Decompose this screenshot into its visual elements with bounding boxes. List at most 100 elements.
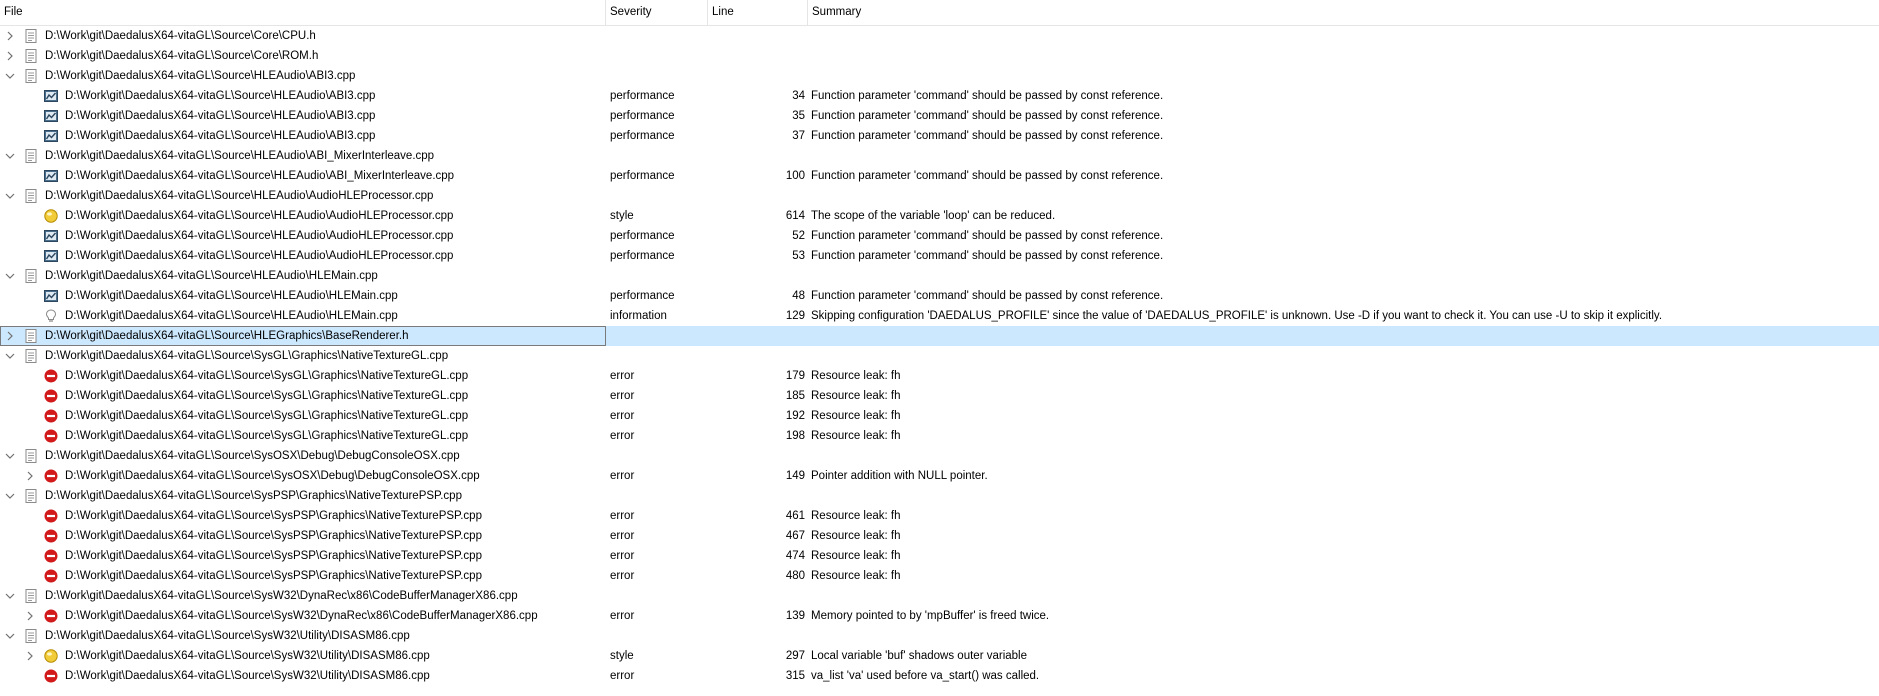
expand-arrow-icon[interactable] (4, 266, 16, 286)
expand-arrow-icon[interactable] (4, 626, 16, 646)
file-path: D:\Work\git\DaedalusX64-vitaGL\Source\Sy… (65, 390, 469, 402)
issue-row[interactable]: D:\Work\git\DaedalusX64-vitaGL\Source\Sy… (0, 386, 1879, 406)
collapse-arrow-icon[interactable] (4, 26, 16, 46)
collapse-arrow-icon[interactable] (24, 466, 36, 486)
file-path: D:\Work\git\DaedalusX64-vitaGL\Source\Sy… (45, 590, 518, 602)
file-group-row[interactable]: D:\Work\git\DaedalusX64-vitaGL\Source\Sy… (0, 586, 1879, 606)
performance-icon (44, 89, 58, 103)
severity-text: error (610, 530, 635, 542)
results-tree[interactable]: D:\Work\git\DaedalusX64-vitaGL\Source\Co… (0, 26, 1879, 686)
file-group-row[interactable]: D:\Work\git\DaedalusX64-vitaGL\Source\Sy… (0, 346, 1879, 366)
file-group-row[interactable]: D:\Work\git\DaedalusX64-vitaGL\Source\Co… (0, 26, 1879, 46)
error-icon (44, 389, 58, 403)
issue-row[interactable]: D:\Work\git\DaedalusX64-vitaGL\Source\Sy… (0, 366, 1879, 386)
line-number: 35 (792, 110, 805, 122)
file-group-row[interactable]: D:\Work\git\DaedalusX64-vitaGL\Source\Sy… (0, 446, 1879, 466)
file-icon (24, 629, 38, 643)
collapse-arrow-icon[interactable] (4, 46, 16, 66)
file-icon (24, 449, 38, 463)
issue-row[interactable]: D:\Work\git\DaedalusX64-vitaGL\Source\Sy… (0, 506, 1879, 526)
expand-arrow-icon[interactable] (4, 146, 16, 166)
expand-arrow-icon[interactable] (4, 486, 16, 506)
file-path: D:\Work\git\DaedalusX64-vitaGL\Source\HL… (65, 170, 455, 182)
file-path: D:\Work\git\DaedalusX64-vitaGL\Source\HL… (65, 250, 454, 262)
file-group-row[interactable]: D:\Work\git\DaedalusX64-vitaGL\Source\Co… (0, 46, 1879, 66)
performance-icon (44, 109, 58, 123)
file-path: D:\Work\git\DaedalusX64-vitaGL\Source\HL… (45, 330, 409, 342)
column-line[interactable]: Line (708, 0, 808, 25)
file-icon (24, 269, 38, 283)
column-file[interactable]: File (0, 0, 606, 25)
summary-text: Function parameter 'command' should be p… (811, 170, 1164, 182)
issue-row[interactable]: D:\Work\git\DaedalusX64-vitaGL\Source\Sy… (0, 546, 1879, 566)
performance-icon (44, 229, 58, 243)
file-path: D:\Work\git\DaedalusX64-vitaGL\Source\Sy… (65, 530, 482, 542)
issue-row[interactable]: D:\Work\git\DaedalusX64-vitaGL\Source\HL… (0, 86, 1879, 106)
issue-row[interactable]: D:\Work\git\DaedalusX64-vitaGL\Source\HL… (0, 106, 1879, 126)
file-path: D:\Work\git\DaedalusX64-vitaGL\Source\HL… (65, 130, 376, 142)
severity-text: performance (610, 130, 675, 142)
file-group-row[interactable]: D:\Work\git\DaedalusX64-vitaGL\Source\HL… (0, 186, 1879, 206)
expand-arrow-icon[interactable] (4, 586, 16, 606)
collapse-arrow-icon[interactable] (24, 646, 36, 666)
performance-icon (44, 249, 58, 263)
file-group-row[interactable]: D:\Work\git\DaedalusX64-vitaGL\Source\Sy… (0, 626, 1879, 646)
summary-text: Function parameter 'command' should be p… (811, 230, 1164, 242)
expand-arrow-icon[interactable] (4, 66, 16, 86)
severity-text: error (610, 390, 635, 402)
expand-arrow-icon[interactable] (4, 186, 16, 206)
file-group-row[interactable]: D:\Work\git\DaedalusX64-vitaGL\Source\HL… (0, 146, 1879, 166)
issue-row[interactable]: D:\Work\git\DaedalusX64-vitaGL\Source\HL… (0, 206, 1879, 226)
severity-text: style (610, 210, 634, 222)
line-number: 474 (785, 550, 805, 562)
file-group-row[interactable]: D:\Work\git\DaedalusX64-vitaGL\Source\HL… (0, 266, 1879, 286)
column-severity[interactable]: Severity (606, 0, 708, 25)
style-icon (44, 649, 58, 663)
issue-row[interactable]: D:\Work\git\DaedalusX64-vitaGL\Source\Sy… (0, 466, 1879, 486)
line-number: 37 (792, 130, 805, 142)
performance-icon (44, 169, 58, 183)
line-number: 179 (785, 370, 805, 382)
issue-row[interactable]: D:\Work\git\DaedalusX64-vitaGL\Source\HL… (0, 286, 1879, 306)
file-group-row[interactable]: D:\Work\git\DaedalusX64-vitaGL\Source\HL… (0, 66, 1879, 86)
severity-text: performance (610, 170, 675, 182)
column-summary[interactable]: Summary (808, 0, 1879, 25)
severity-text: performance (610, 90, 675, 102)
line-number: 53 (792, 250, 805, 262)
collapse-arrow-icon[interactable] (4, 326, 16, 346)
line-number: 34 (792, 90, 805, 102)
issue-row[interactable]: D:\Work\git\DaedalusX64-vitaGL\Source\HL… (0, 306, 1879, 326)
severity-text: error (610, 430, 635, 442)
issue-row[interactable]: D:\Work\git\DaedalusX64-vitaGL\Source\HL… (0, 126, 1879, 146)
issue-row[interactable]: D:\Work\git\DaedalusX64-vitaGL\Source\Sy… (0, 566, 1879, 586)
issue-row[interactable]: D:\Work\git\DaedalusX64-vitaGL\Source\HL… (0, 246, 1879, 266)
expand-arrow-icon[interactable] (4, 446, 16, 466)
line-number: 129 (785, 310, 805, 322)
summary-text: Resource leak: fh (811, 570, 901, 582)
error-icon (44, 609, 58, 623)
file-path: D:\Work\git\DaedalusX64-vitaGL\Source\Sy… (65, 370, 469, 382)
issue-row[interactable]: D:\Work\git\DaedalusX64-vitaGL\Source\Sy… (0, 646, 1879, 666)
file-group-row[interactable]: D:\Work\git\DaedalusX64-vitaGL\Source\HL… (0, 326, 1879, 346)
file-icon (24, 589, 38, 603)
issue-row[interactable]: D:\Work\git\DaedalusX64-vitaGL\Source\Sy… (0, 526, 1879, 546)
file-group-row[interactable]: D:\Work\git\DaedalusX64-vitaGL\Source\Sy… (0, 486, 1879, 506)
file-icon (24, 349, 38, 363)
expand-arrow-icon[interactable] (4, 346, 16, 366)
summary-text: Memory pointed to by 'mpBuffer' is freed… (811, 610, 1050, 622)
issue-row[interactable]: D:\Work\git\DaedalusX64-vitaGL\Source\Sy… (0, 666, 1879, 686)
collapse-arrow-icon[interactable] (24, 606, 36, 626)
summary-text: va_list 'va' used before va_start() was … (811, 670, 1040, 682)
issue-row[interactable]: D:\Work\git\DaedalusX64-vitaGL\Source\Sy… (0, 426, 1879, 446)
file-path: D:\Work\git\DaedalusX64-vitaGL\Source\Sy… (45, 630, 410, 642)
issue-row[interactable]: D:\Work\git\DaedalusX64-vitaGL\Source\HL… (0, 166, 1879, 186)
error-icon (44, 669, 58, 683)
line-number: 52 (792, 230, 805, 242)
file-path: D:\Work\git\DaedalusX64-vitaGL\Source\Sy… (65, 510, 482, 522)
issue-row[interactable]: D:\Work\git\DaedalusX64-vitaGL\Source\HL… (0, 226, 1879, 246)
file-path: D:\Work\git\DaedalusX64-vitaGL\Source\Sy… (45, 350, 449, 362)
issue-row[interactable]: D:\Work\git\DaedalusX64-vitaGL\Source\Sy… (0, 406, 1879, 426)
line-number: 139 (785, 610, 805, 622)
issue-row[interactable]: D:\Work\git\DaedalusX64-vitaGL\Source\Sy… (0, 606, 1879, 626)
file-path: D:\Work\git\DaedalusX64-vitaGL\Source\HL… (45, 270, 378, 282)
